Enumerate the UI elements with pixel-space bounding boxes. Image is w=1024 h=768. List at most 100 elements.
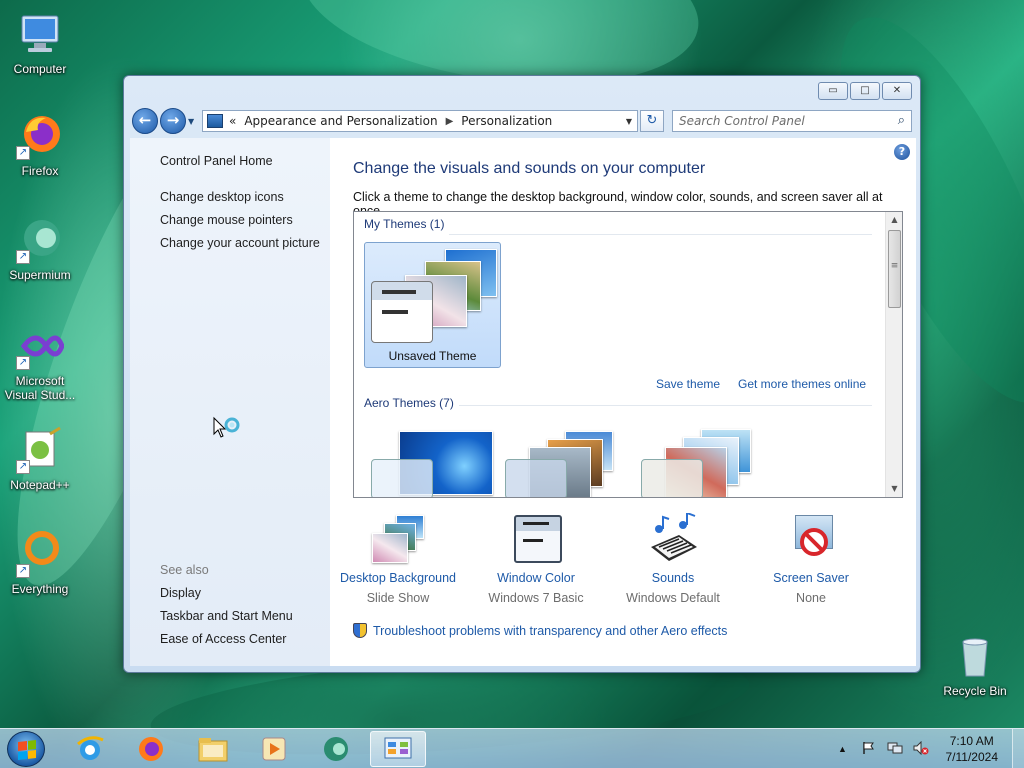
action-center-flag-icon[interactable] <box>860 741 878 757</box>
start-button[interactable] <box>7 731 45 767</box>
window-color-preview <box>371 281 433 343</box>
scroll-thumb[interactable]: ≡ <box>888 230 901 308</box>
display-link[interactable]: Display <box>160 586 201 600</box>
see-also-label: See also <box>160 563 209 577</box>
desktop-icon-notepadpp[interactable]: ↗ Notepad++ <box>0 426 80 492</box>
address-row: ← → ▼ « Appearance and Personalization ▶… <box>132 108 912 134</box>
taskbar-start-menu-link[interactable]: Taskbar and Start Menu <box>160 609 293 623</box>
desktop-background-item[interactable]: Desktop Background Slide Show <box>328 513 468 605</box>
aero-themes-header[interactable]: Aero Themes (7) <box>364 396 454 410</box>
desktop-icon-supermium[interactable]: ↗ Supermium <box>0 216 80 282</box>
busy-cursor-icon <box>213 416 240 438</box>
group-divider <box>449 234 872 235</box>
screen-saver-value: None <box>796 591 826 605</box>
theme-windows-7[interactable] <box>364 422 501 497</box>
theme-architecture[interactable] <box>498 422 635 497</box>
forward-button[interactable]: → <box>160 108 186 134</box>
computer-icon <box>16 10 64 58</box>
troubleshoot-label[interactable]: Troubleshoot problems with transparency … <box>373 624 727 638</box>
left-task-pane: Control Panel Home Change desktop icons … <box>130 138 330 666</box>
network-icon[interactable] <box>886 741 904 757</box>
screen-saver-icon <box>781 513 841 567</box>
shortcut-arrow-icon: ↗ <box>16 356 30 370</box>
get-more-themes-link[interactable]: Get more themes online <box>738 377 866 391</box>
scroll-down-icon[interactable]: ▼ <box>886 481 902 497</box>
desktop-icon-firefox[interactable]: ↗ Firefox <box>0 112 80 178</box>
taskbar-control-panel[interactable] <box>370 731 426 767</box>
breadcrumb-separator-icon[interactable]: ▶ <box>446 116 454 127</box>
shield-icon <box>353 623 367 638</box>
taskbar-media-player[interactable] <box>246 731 302 767</box>
help-icon[interactable]: ? <box>894 144 910 160</box>
taskbar: ▲ 7:10 AM 7/11/2024 <box>0 728 1024 768</box>
desktop-icon-label: Firefox <box>21 164 59 178</box>
content-area: Control Panel Home Change desktop icons … <box>130 138 916 666</box>
taskbar-ie[interactable] <box>62 731 118 767</box>
change-desktop-icons-link[interactable]: Change desktop icons <box>160 190 284 204</box>
taskbar-explorer[interactable] <box>185 731 241 767</box>
folder-icon <box>198 738 228 762</box>
change-account-picture-link[interactable]: Change your account picture <box>160 236 320 250</box>
show-hidden-icons-button[interactable]: ▲ <box>834 741 852 757</box>
sounds-value: Windows Default <box>626 591 720 605</box>
window-color-title[interactable]: Window Color <box>466 571 606 585</box>
sounds-icon <box>643 511 703 567</box>
screen-saver-title[interactable]: Screen Saver <box>741 571 881 585</box>
close-button[interactable]: ✕ <box>882 82 912 100</box>
my-themes-header[interactable]: My Themes (1) <box>364 217 444 231</box>
notepadpp-icon: ↗ <box>16 426 64 474</box>
taskbar-firefox[interactable] <box>123 731 179 767</box>
desktop-icon-label: Supermium <box>9 268 71 282</box>
address-dropdown-icon[interactable]: ▼ <box>621 117 637 126</box>
clock-time: 7:10 AM <box>949 734 994 748</box>
refresh-button[interactable]: ↻ <box>640 110 664 132</box>
desktop-icon-visual-studio[interactable]: ↗ Microsoft Visual Stud... <box>0 322 80 402</box>
sounds-title[interactable]: Sounds <box>603 571 743 585</box>
search-input[interactable]: Search Control Panel ⌕ <box>672 110 912 132</box>
troubleshoot-link[interactable]: Troubleshoot problems with transparency … <box>353 623 727 638</box>
theme-characters[interactable] <box>634 422 771 497</box>
desktop-icon-label: Computer <box>13 62 67 76</box>
desktop-icon-everything[interactable]: ↗ Everything <box>0 530 80 596</box>
main-pane: ? Change the visuals and sounds on your … <box>330 138 916 666</box>
taskbar-supermium[interactable] <box>308 731 364 767</box>
control-panel-home-link[interactable]: Control Panel Home <box>160 154 273 168</box>
breadcrumb-appearance[interactable]: Appearance and Personalization <box>244 114 437 128</box>
desktop-icon-computer[interactable]: Computer <box>0 10 80 76</box>
clock[interactable]: 7:10 AM 7/11/2024 <box>946 733 999 765</box>
minimize-button[interactable]: ▭ <box>818 82 848 100</box>
system-tray: ▲ 7:10 AM 7/11/2024 <box>830 729 1015 768</box>
theme-list[interactable]: My Themes (1) Unsaved Theme Save theme G… <box>353 211 903 498</box>
internet-explorer-icon <box>77 736 104 760</box>
desktop-icon-recycle-bin[interactable]: Recycle Bin <box>935 632 1015 698</box>
shortcut-arrow-icon: ↗ <box>16 146 30 160</box>
ease-of-access-link[interactable]: Ease of Access Center <box>160 632 286 646</box>
personalization-window: ▭ □ ✕ ← → ▼ « Appearance and Personaliza… <box>123 75 921 673</box>
desktop-icon-label: Notepad++ <box>10 478 70 492</box>
sounds-item[interactable]: Sounds Windows Default <box>603 511 743 605</box>
breadcrumb-personalization[interactable]: Personalization <box>461 114 552 128</box>
search-icon[interactable]: ⌕ <box>898 113 905 128</box>
change-mouse-pointers-link[interactable]: Change mouse pointers <box>160 213 293 227</box>
screen-saver-item[interactable]: Screen Saver None <box>741 513 881 605</box>
breadcrumb-chevrons[interactable]: « <box>229 114 236 128</box>
volume-muted-icon[interactable] <box>912 740 930 757</box>
windows-logo-icon <box>18 740 36 760</box>
theme-list-scrollbar[interactable]: ▲ ≡ ▼ <box>885 212 902 497</box>
scroll-up-icon[interactable]: ▲ <box>886 212 902 228</box>
recycle-bin-icon <box>951 632 999 680</box>
recent-pages-dropdown[interactable]: ▼ <box>188 117 198 126</box>
maximize-button[interactable]: □ <box>850 82 880 100</box>
window-color-item[interactable]: Window Color Windows 7 Basic <box>466 513 606 605</box>
address-bar[interactable]: « Appearance and Personalization ▶ Perso… <box>202 110 638 132</box>
desktop-background-title[interactable]: Desktop Background <box>328 571 468 585</box>
show-desktop-button[interactable] <box>1012 729 1024 768</box>
everything-icon: ↗ <box>16 530 64 578</box>
back-button[interactable]: ← <box>132 108 158 134</box>
theme-unsaved[interactable]: Unsaved Theme <box>364 242 501 368</box>
window-color-value: Windows 7 Basic <box>488 591 584 605</box>
firefox-icon: ↗ <box>16 112 64 160</box>
visual-studio-icon: ↗ <box>16 322 65 370</box>
save-theme-link[interactable]: Save theme <box>656 377 720 391</box>
theme-label: Unsaved Theme <box>388 349 477 363</box>
